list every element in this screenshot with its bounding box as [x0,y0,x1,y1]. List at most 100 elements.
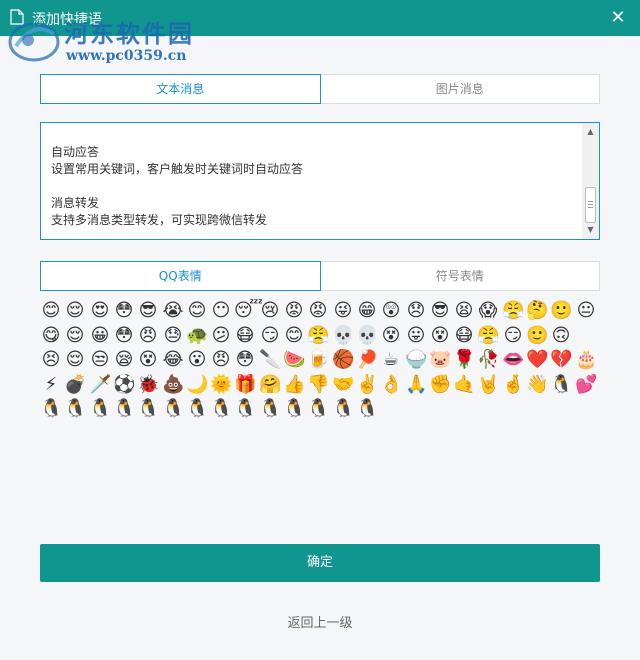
emoji-item[interactable]: 💩 [162,374,184,396]
emoji-item[interactable]: 🍚 [405,349,427,371]
emoji-item[interactable]: 👋 [526,374,548,396]
emoji-item[interactable]: 😤 [477,325,499,347]
back-link[interactable]: 返回上一级 [0,612,640,631]
emoji-item[interactable]: 😎 [137,300,159,322]
emoji-item[interactable]: 😭 [162,300,184,322]
emoji-item[interactable]: 🤞 [502,374,524,396]
emoji-item[interactable]: 🐧 [283,398,305,420]
emoji-item[interactable]: 😊 [186,300,208,322]
emoji-item[interactable]: 😵 [137,349,159,371]
emoji-item[interactable]: 🤙 [453,374,475,396]
emoji-item[interactable]: 🐧 [89,398,111,420]
emoji-item[interactable]: 🤝 [332,374,354,396]
emoji-item[interactable]: 😡 [283,300,305,322]
scroll-down-icon[interactable]: ▼ [582,223,599,237]
emoji-item[interactable]: 🐧 [259,398,281,420]
emoji-item[interactable]: 😷 [453,325,475,347]
emoji-item[interactable]: 🐧 [234,398,256,420]
emoji-item[interactable]: 👄 [502,349,524,371]
emoji-item[interactable]: 🐧 [210,398,232,420]
emoji-item[interactable]: 🌞 [210,374,232,396]
emoji-item[interactable]: 😤 [502,300,524,322]
emoji-item[interactable]: ⚡ [40,374,62,396]
emoji-item[interactable]: ✌️ [356,374,378,396]
emoji-item[interactable]: 😒 [89,349,111,371]
emoji-item[interactable]: 😠 [137,325,159,347]
tab-text-message[interactable]: 文本消息 [40,74,321,104]
vertical-scrollbar[interactable]: ▲ ▼ [582,123,599,239]
emoji-item[interactable]: 🤗 [259,374,281,396]
emoji-item[interactable]: 😮 [186,349,208,371]
emoji-item[interactable]: 😌 [64,325,86,347]
emoji-item[interactable]: 😛 [405,325,427,347]
emoji-item[interactable]: 😢 [259,300,281,322]
emoji-item[interactable]: ✊ [429,374,451,396]
emoji-item[interactable]: 🐞 [137,374,159,396]
message-textarea[interactable]: 自动应答 设置常用关键词，客户触发时关键词时自动应答 消息转发 支持多消息类型转… [40,122,600,240]
emoji-item[interactable]: 🏓 [356,349,378,371]
emoji-item[interactable]: 🍺 [307,349,329,371]
emoji-item[interactable]: 🐧 [137,398,159,420]
scroll-up-icon[interactable]: ▲ [582,125,599,139]
emoji-item[interactable]: 👌 [380,374,402,396]
emoji-item[interactable]: 🙏 [405,374,427,396]
tab-symbol-emoji[interactable]: 符号表情 [320,261,600,291]
emoji-item[interactable]: 🙂 [526,325,548,347]
emoji-item[interactable]: ⚽ [113,374,135,396]
emoji-item[interactable]: 😵 [380,325,402,347]
emoji-item[interactable]: 😊 [40,300,62,322]
emoji-item[interactable]: 🙃 [550,325,572,347]
emoji-item[interactable]: 🎁 [234,374,256,396]
emoji-item[interactable]: 😂 [162,349,184,371]
tab-image-message[interactable]: 图片消息 [320,74,600,104]
scrollbar-thumb[interactable] [585,187,596,223]
emoji-item[interactable]: 😳 [113,300,135,322]
emoji-item[interactable]: 😏 [259,325,281,347]
emoji-item[interactable]: 😠 [210,349,232,371]
emoji-item[interactable]: 😐 [575,300,597,322]
emoji-item[interactable]: 🐧 [332,398,354,420]
emoji-item[interactable]: 💀 [332,325,354,347]
emoji-item[interactable]: 🍉 [283,349,305,371]
emoji-item[interactable]: 😤 [307,325,329,347]
emoji-item[interactable]: 🐧 [162,398,184,420]
emoji-item[interactable]: 😏 [502,325,524,347]
emoji-item[interactable]: 💕 [575,374,597,396]
emoji-item[interactable]: ❤️ [526,349,548,371]
emoji-item[interactable]: 🐢 [186,325,208,347]
emoji-item[interactable]: 😞 [405,300,427,322]
emoji-item[interactable]: 😱 [477,300,499,322]
emoji-item[interactable]: 😳 [234,349,256,371]
emoji-item[interactable]: 💣 [64,374,86,396]
emoji-item[interactable]: ☕ [380,349,402,371]
emoji-item[interactable]: 🐧 [40,398,62,420]
emoji-item[interactable]: 😎 [429,300,451,322]
emoji-item[interactable]: 😴 [234,300,263,322]
emoji-item[interactable]: 😪 [113,349,135,371]
emoji-item[interactable]: 😷 [234,325,256,347]
confirm-button[interactable]: 确定 [40,544,600,582]
emoji-item[interactable]: 😁 [356,300,378,322]
emoji-item[interactable]: 😡 [307,300,329,322]
emoji-item[interactable]: 🌙 [186,374,208,396]
emoji-item[interactable]: 🤘 [477,374,499,396]
emoji-item[interactable]: 👍 [283,374,305,396]
emoji-item[interactable]: 🎂 [575,349,597,371]
close-button[interactable]: ✕ [608,8,628,28]
emoji-item[interactable]: 🐷 [429,349,451,371]
emoji-item[interactable]: 🐧 [356,398,378,420]
emoji-item[interactable]: 🔪 [259,349,281,371]
emoji-item[interactable]: 😌 [64,349,86,371]
emoji-item[interactable]: 😌 [64,300,86,322]
emoji-item[interactable]: 🐧 [64,398,86,420]
emoji-item[interactable]: 💀 [356,325,378,347]
emoji-item[interactable]: 🥀 [477,349,499,371]
emoji-item[interactable]: 😵 [429,325,451,347]
emoji-item[interactable]: 😓 [162,325,184,347]
emoji-item[interactable]: 🐧 [307,398,329,420]
emoji-item[interactable]: 🗡️ [89,374,111,396]
emoji-item[interactable]: 😀 [89,325,111,347]
emoji-item[interactable]: 💔 [550,349,572,371]
emoji-item[interactable]: 🐧 [186,398,208,420]
emoji-item[interactable]: 😋 [40,325,62,347]
